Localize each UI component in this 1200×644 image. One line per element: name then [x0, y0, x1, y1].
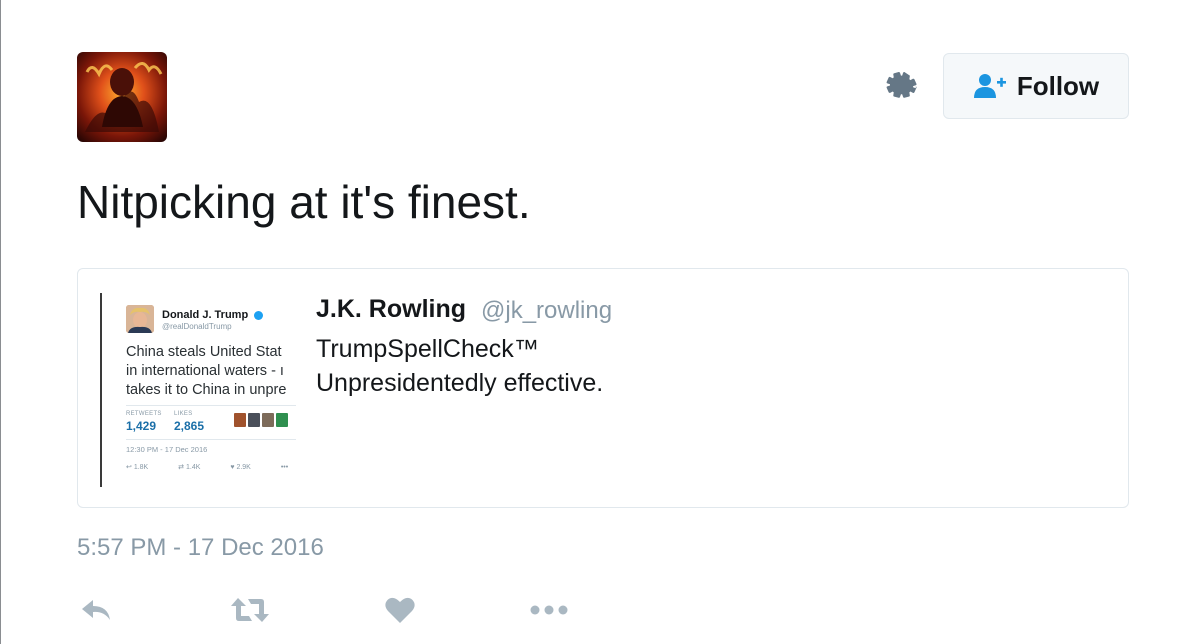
more-dots-icon	[530, 605, 568, 615]
media-retweet-count: ⇄ 1.4K	[178, 464, 201, 471]
tweet-text: Nitpicking at it's finest.	[77, 176, 531, 228]
media-like-count-value: 2.9K	[236, 464, 251, 471]
liker-avatar	[262, 413, 274, 427]
media-reply-count: ↩ 1.8K	[126, 464, 149, 471]
media-divider	[126, 405, 296, 406]
media-action-bar: ↩ 1.8K ⇄ 1.4K ♥ 2.9K •••	[126, 463, 298, 471]
media-retweets-label: RETWEETS	[126, 411, 162, 417]
media-likes-label: LIKES	[174, 411, 193, 417]
reply-button[interactable]	[79, 592, 113, 628]
media-retweets-value: 1,429	[126, 419, 157, 433]
gear-icon	[886, 71, 917, 98]
liker-avatar	[248, 413, 260, 427]
media-author-handle: @realDonaldTrump	[162, 322, 232, 331]
media-author-name: Donald J. Trump	[162, 309, 264, 321]
media-retweet-count-value: 1.4K	[185, 464, 201, 471]
media-author-name-text: Donald J. Trump	[162, 309, 249, 321]
quoted-author-handle: @jk_rowling	[481, 297, 613, 324]
follow-person-plus-icon	[973, 74, 1006, 98]
media-avatar	[126, 305, 154, 333]
media-text-line: takes it to China in unpre	[126, 382, 287, 398]
heart-icon	[385, 597, 415, 623]
avatar-image	[77, 52, 167, 142]
reply-icon	[82, 600, 110, 620]
media-liker-avatars	[234, 413, 288, 427]
retweet-button[interactable]	[230, 592, 270, 628]
media-tweet-text: China steals United Stat in internationa…	[126, 343, 298, 400]
quoted-tweet-text: TrumpSpellCheck™ Unpresidentedly effecti…	[316, 332, 603, 400]
media-more-dots: •••	[280, 464, 289, 471]
media-divider	[126, 439, 296, 440]
tweet-panel: Follow Nitpicking at it's finest. Donald…	[0, 0, 1199, 644]
quoted-tweet-media: Donald J. Trump @realDonaldTrump China s…	[100, 293, 298, 487]
quoted-tweet-card[interactable]: Donald J. Trump @realDonaldTrump China s…	[77, 268, 1129, 508]
follow-button-label: Follow	[1016, 70, 1100, 101]
follow-button[interactable]: Follow	[943, 53, 1129, 119]
avatar[interactable]	[77, 52, 167, 142]
media-text-line: China steals United Stat	[126, 344, 282, 360]
verified-badge-icon	[254, 310, 264, 320]
more-options-button[interactable]	[529, 592, 569, 628]
media-like-count: ♥ 2.9K	[230, 464, 251, 471]
media-reply-count-value: 1.8K	[133, 464, 149, 471]
liker-avatar	[234, 413, 246, 427]
quoted-text-line: Unpresidentedly effective.	[316, 369, 604, 397]
liker-avatar	[276, 413, 288, 427]
quoted-text-line: TrumpSpellCheck™	[316, 335, 539, 363]
media-timestamp: 12:30 PM - 17 Dec 2016	[126, 445, 208, 454]
tweet-timestamp[interactable]: 5:57 PM - 17 Dec 2016	[77, 534, 324, 562]
settings-gear-button[interactable]	[884, 69, 920, 105]
like-button[interactable]	[384, 592, 416, 628]
media-text-line: in international waters - ı	[126, 363, 284, 379]
quoted-author-name: J.K. Rowling	[316, 295, 466, 323]
retweet-icon	[231, 598, 269, 622]
media-likes-value: 2,865	[174, 419, 205, 433]
